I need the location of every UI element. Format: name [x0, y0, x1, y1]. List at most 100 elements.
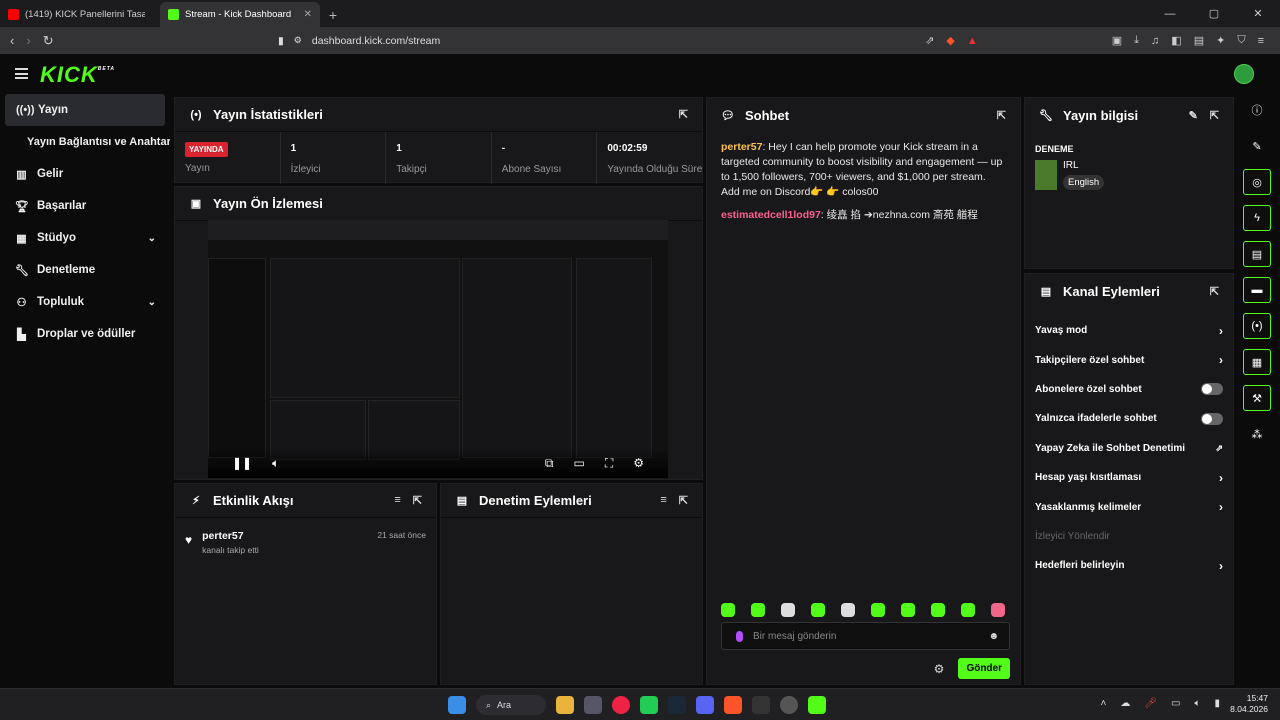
new-tab-button[interactable]: + [320, 2, 346, 27]
popout-icon[interactable]: ⇱ [679, 494, 688, 507]
more-icon[interactable]: ⁂ [1243, 421, 1271, 447]
emote-icon[interactable] [871, 603, 885, 617]
chat-username[interactable]: perter57 [721, 141, 762, 153]
emote-icon[interactable] [931, 603, 945, 617]
sidebar-item-drops[interactable]: ▙ Droplar ve ödüller [0, 318, 170, 350]
volume-icon[interactable]: 🔈︎ [272, 456, 279, 471]
emote-icon[interactable] [721, 603, 735, 617]
category-thumbnail[interactable] [1035, 160, 1057, 190]
popout-icon[interactable]: ⇱ [1210, 109, 1219, 122]
steam-icon[interactable] [668, 696, 686, 714]
document-icon[interactable]: ▤ [1243, 241, 1271, 267]
chevron-up-icon[interactable]: ˄ [1100, 698, 1106, 709]
settings-app-icon[interactable] [584, 696, 602, 714]
system-clock[interactable]: 15:47 8.04.2026 [1230, 693, 1268, 715]
download-icon[interactable]: ⤓ [1134, 34, 1139, 47]
pause-icon[interactable]: ❚❚ [232, 456, 252, 470]
emote-icon[interactable] [781, 603, 795, 617]
obs-icon[interactable] [780, 696, 798, 714]
sidebar-item-stream[interactable]: ((•)) Yayın [5, 94, 165, 126]
edit-icon[interactable]: ✎ [1189, 109, 1198, 122]
hamburger-menu-icon[interactable] [15, 68, 28, 79]
kick-app-icon[interactable] [808, 696, 826, 714]
popout-icon[interactable]: ⇱ [413, 494, 422, 507]
camera-icon[interactable]: ◎ [1243, 169, 1271, 195]
epic-games-icon[interactable] [752, 696, 770, 714]
chat-input[interactable]: Bir mesaj gönderin ☻ [721, 622, 1010, 650]
popout-icon[interactable]: ⇱ [679, 108, 688, 121]
menu-icon[interactable]: ≡ [1258, 35, 1264, 47]
action-slow-mode[interactable]: Yavaş mod › [1025, 316, 1233, 345]
popout-icon[interactable]: ⇱ [997, 109, 1006, 122]
music-icon[interactable]: ♫ [1151, 35, 1159, 47]
edit-icon[interactable]: ✎ [1243, 133, 1271, 159]
bookmark-icon[interactable]: ▮ [278, 35, 284, 47]
fullscreen-icon[interactable]: ⛶ [605, 456, 613, 471]
vpn-icon[interactable]: ⛉ [1237, 34, 1245, 47]
emote-icon[interactable] [901, 603, 915, 617]
emote-icon[interactable] [811, 603, 825, 617]
browser-tab-youtube[interactable]: (1419) KICK Panellerini Tasarla | Kick i [0, 2, 160, 27]
minimize-icon[interactable]: — [1148, 0, 1192, 27]
chat-username[interactable]: estimatedcell1lod97 [721, 209, 821, 221]
back-icon[interactable]: ‹ [10, 33, 14, 49]
emotes-only-toggle[interactable] [1201, 412, 1223, 425]
event-user[interactable]: perter57 [202, 530, 259, 542]
reload-icon[interactable]: ↻ [43, 33, 54, 49]
chat-settings-icon[interactable]: ⚙ [934, 662, 945, 676]
brave-icon[interactable] [724, 696, 742, 714]
lightning-icon[interactable]: ϟ [1243, 205, 1271, 231]
sidebar-item-community[interactable]: ⚇ Topluluk ⌄ [0, 286, 170, 318]
category-name[interactable]: IRL [1063, 160, 1104, 171]
browser-tab-kick[interactable]: Stream - Kick Dashboard ✕ [160, 2, 320, 27]
subscribers-only-toggle[interactable] [1201, 383, 1223, 396]
close-window-icon[interactable]: ✕ [1236, 0, 1280, 27]
screenshot-icon[interactable]: ▣ [1112, 34, 1122, 47]
actions-icon[interactable]: ▦ [1243, 349, 1271, 375]
cloud-icon[interactable]: ☁ [1120, 698, 1130, 709]
ai-icon[interactable]: ✦ [1216, 34, 1225, 47]
action-followers-only[interactable]: Takipçilere özel sohbet › [1025, 345, 1233, 374]
taskbar-search[interactable]: ⌕ Ara [476, 695, 546, 715]
network-icon[interactable]: ▭ [1171, 698, 1180, 709]
volume-icon[interactable]: 🔈︎ [1194, 698, 1200, 709]
xbox-icon[interactable] [640, 696, 658, 714]
sidebar-toggle-icon[interactable]: ◧ [1171, 34, 1181, 47]
start-icon[interactable] [448, 696, 466, 714]
address-bar[interactable]: ▮ ⚙ dashboard.kick.com/stream [270, 29, 990, 52]
emoji-icon[interactable]: ☻ [988, 631, 999, 642]
sidebar-item-revenue[interactable]: ▥ Gelir [0, 158, 170, 190]
action-banned-words[interactable]: Yasaklanmış kelimeler › [1025, 492, 1233, 521]
share-icon[interactable]: ⇗ [925, 34, 934, 47]
action-account-age[interactable]: Hesap yaşı kısıtlaması › [1025, 463, 1233, 492]
filter-icon[interactable]: ≡ [394, 494, 400, 507]
rewards-icon[interactable]: ▲ [967, 35, 978, 47]
user-avatar[interactable] [1234, 64, 1254, 84]
site-info-icon[interactable]: ⚙ [294, 35, 302, 46]
emote-icon[interactable] [841, 603, 855, 617]
brave-shield-icon[interactable]: ◆ [946, 34, 954, 47]
battery-icon[interactable]: ▮ [1214, 698, 1220, 709]
pip-icon[interactable]: ⧉ [545, 456, 554, 471]
microphone-icon[interactable] [736, 630, 743, 642]
sidebar-item-achievements[interactable]: 🏆︎ Başarılar [0, 190, 170, 222]
theater-icon[interactable]: ▭ [573, 456, 584, 470]
wrench-icon[interactable]: ⚒ [1243, 385, 1271, 411]
settings-icon[interactable]: ⚙ [633, 456, 644, 470]
discord-icon[interactable] [696, 696, 714, 714]
forward-icon[interactable]: › [26, 33, 30, 49]
chrome-icon[interactable] [612, 696, 630, 714]
wallet-icon[interactable]: ▤ [1194, 34, 1204, 47]
broadcast-icon[interactable]: (•) [1243, 313, 1271, 339]
send-button[interactable]: Gönder [958, 658, 1010, 679]
sidebar-item-stream-key[interactable]: Yayın Bağlantısı ve Anahtarı [0, 126, 170, 158]
sidebar-item-moderation[interactable]: 🔧︎ Denetleme [0, 254, 170, 286]
emote-icon[interactable] [961, 603, 975, 617]
file-explorer-icon[interactable] [556, 696, 574, 714]
mic-tray-icon[interactable]: 🎤︎ [1144, 698, 1157, 709]
close-tab-icon[interactable]: ✕ [304, 9, 312, 20]
filter-icon[interactable]: ≡ [660, 494, 666, 507]
sidebar-item-studio[interactable]: ▦ Stüdyo ⌄ [0, 222, 170, 254]
action-goals[interactable]: Hedefleri belirleyin › [1025, 551, 1233, 580]
action-ai-moderation[interactable]: Yapay Zeka ile Sohbet Denetimi ⇗ [1025, 434, 1233, 463]
